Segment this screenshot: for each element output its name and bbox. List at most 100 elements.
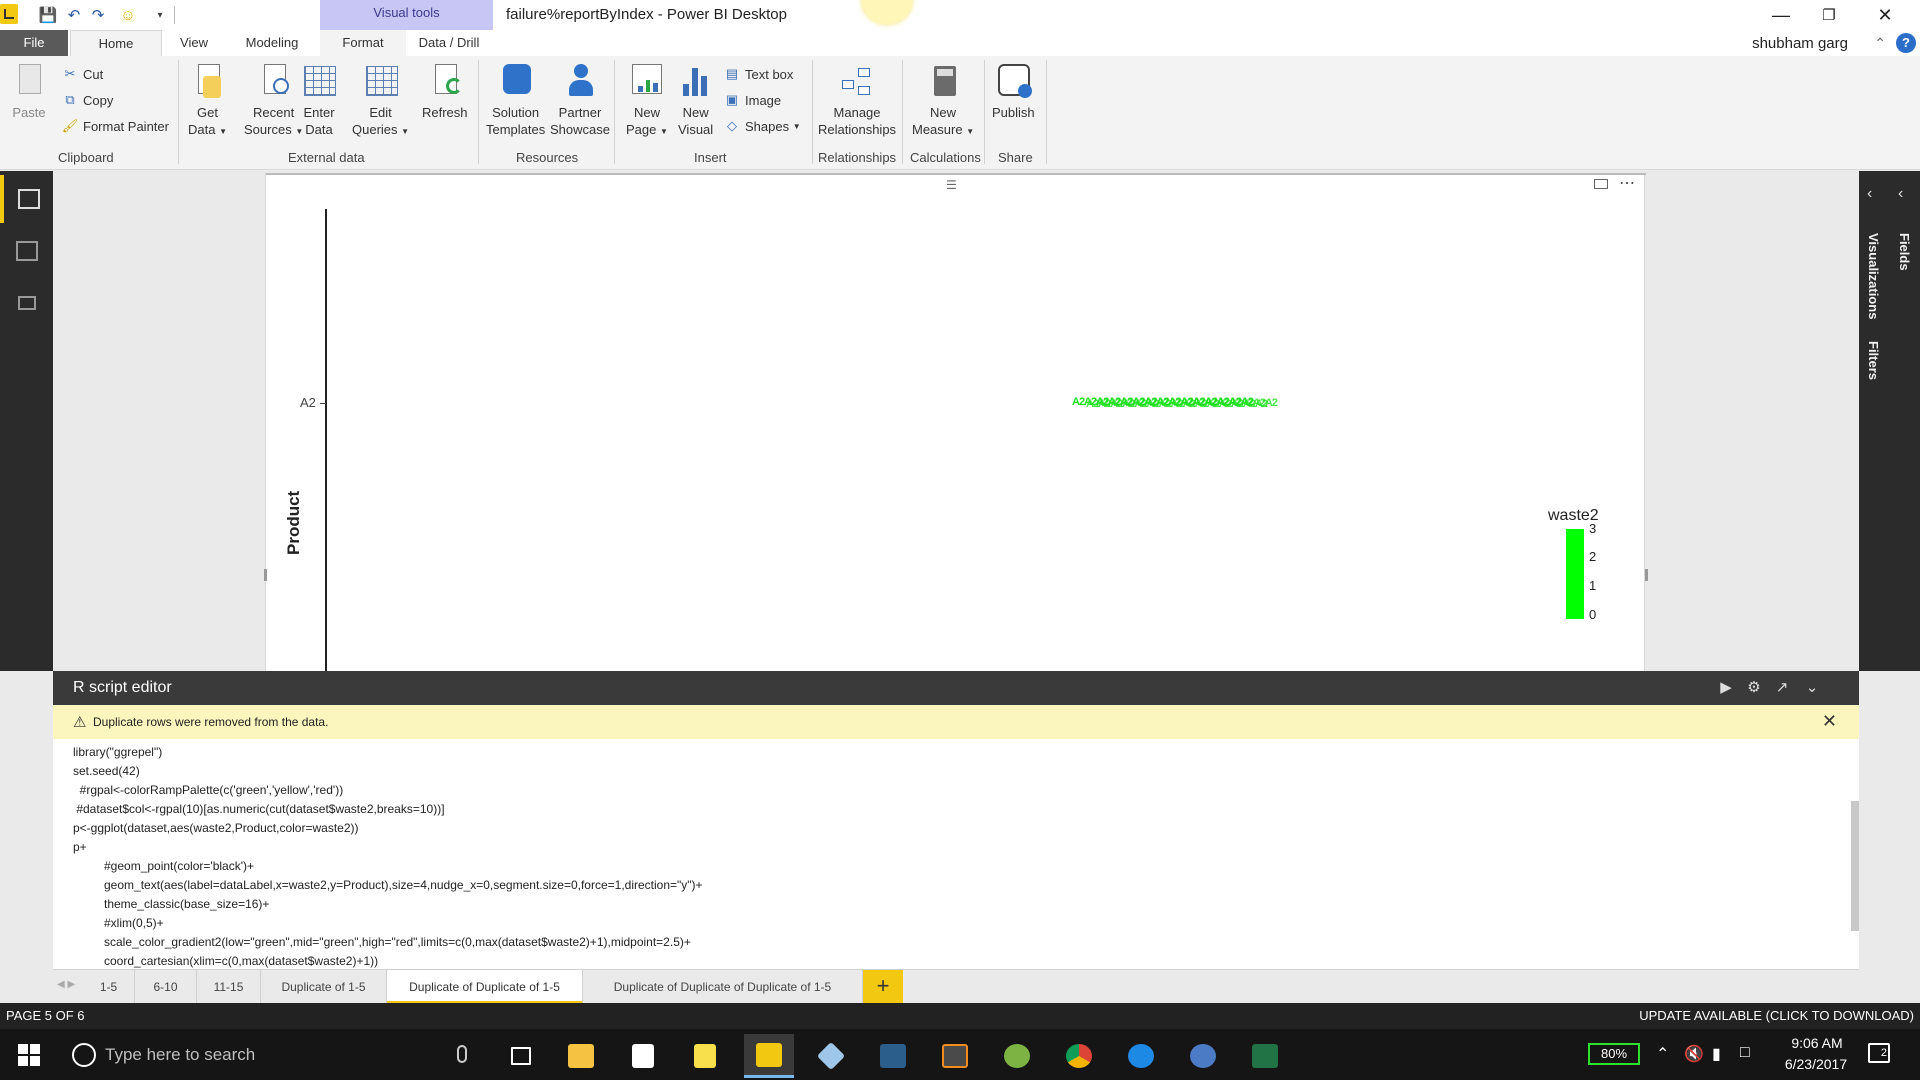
action-center-icon[interactable]: 2 bbox=[1868, 1043, 1890, 1063]
code-line[interactable]: theme_classic(base_size=16)+ bbox=[73, 895, 1833, 914]
visual-studio-icon[interactable] bbox=[868, 1034, 918, 1078]
page-tab[interactable]: Duplicate of Duplicate of Duplicate of 1… bbox=[583, 970, 863, 1004]
fields-pane-toggle[interactable]: ‹ Fields bbox=[1890, 171, 1920, 671]
code-line[interactable]: geom_text(aes(label=dataLabel,x=waste2,y… bbox=[73, 876, 1833, 895]
enter-data-button[interactable]: Enter Data bbox=[302, 62, 336, 138]
tab-format[interactable]: Format bbox=[320, 30, 406, 56]
user-name[interactable]: shubham garg bbox=[1752, 35, 1848, 52]
3d-builder-icon[interactable] bbox=[806, 1034, 856, 1078]
code-line[interactable]: set.seed(42) bbox=[73, 762, 1833, 781]
text-box-button[interactable]: ▤ Text box bbox=[724, 64, 794, 84]
r-code-textarea[interactable]: library("ggrepel") set.seed(42) #rgpal<-c… bbox=[73, 743, 1833, 971]
run-script-icon[interactable]: ▶ bbox=[1717, 679, 1735, 697]
manage-relationships-button[interactable]: Manage Relationships bbox=[818, 62, 896, 138]
customize-toolbar-icon[interactable]: ▾ bbox=[150, 5, 170, 25]
code-line[interactable]: p<-ggplot(dataset,aes(waste2,Product,col… bbox=[73, 819, 1833, 838]
android-studio-icon[interactable] bbox=[992, 1034, 1042, 1078]
report-view-button[interactable] bbox=[0, 175, 53, 223]
filters-pane-label[interactable]: Filters bbox=[1866, 341, 1881, 380]
chevron-left-icon[interactable]: ‹ bbox=[1898, 185, 1903, 203]
resize-handle-left[interactable] bbox=[264, 569, 267, 581]
battery-indicator[interactable]: 80% bbox=[1588, 1043, 1640, 1065]
recent-sources-button[interactable]: Recent Sources ▼ bbox=[244, 62, 303, 140]
code-line[interactable]: library("ggrepel") bbox=[73, 743, 1833, 762]
visualizations-pane-toggle[interactable]: ‹ Visualizations Filters bbox=[1859, 171, 1889, 671]
partner-showcase-button[interactable]: Partner Showcase bbox=[550, 62, 610, 138]
focus-mode-icon[interactable] bbox=[1594, 179, 1608, 189]
tab-modeling[interactable]: Modeling bbox=[234, 30, 310, 56]
open-external-icon[interactable]: ↗ bbox=[1773, 679, 1791, 697]
collapse-ribbon-icon[interactable]: ⌃ bbox=[1874, 35, 1886, 52]
collapse-editor-icon[interactable]: ⌄ bbox=[1803, 679, 1821, 697]
publish-button[interactable]: Publish bbox=[992, 62, 1035, 121]
store-icon[interactable] bbox=[618, 1034, 668, 1078]
close-warning-icon[interactable]: ✕ bbox=[1822, 711, 1837, 732]
settings-gear-icon[interactable]: ⚙ bbox=[1745, 679, 1763, 697]
taskbar-time[interactable]: 9:06 AM bbox=[1782, 1035, 1852, 1051]
tab-view[interactable]: View bbox=[176, 30, 212, 56]
editor-scrollbar[interactable] bbox=[1851, 801, 1859, 931]
shapes-button[interactable]: ◇ Shapes ▼ bbox=[724, 116, 801, 136]
visualizations-pane-label[interactable]: Visualizations bbox=[1866, 233, 1881, 319]
restore-button[interactable]: ❐ bbox=[1806, 2, 1852, 28]
code-line[interactable]: #rgpal<-colorRampPalette(c('green','yell… bbox=[73, 781, 1833, 800]
cortana-icon[interactable] bbox=[72, 1043, 96, 1067]
format-painter-button[interactable]: 🖌 Format Painter bbox=[62, 116, 169, 136]
more-options-icon[interactable]: ⋯ bbox=[1619, 173, 1636, 193]
redo-icon[interactable]: ↷ bbox=[88, 5, 108, 25]
microphone-icon[interactable] bbox=[457, 1045, 467, 1063]
image-button[interactable]: ▣ Image bbox=[724, 90, 781, 110]
volume-muted-icon[interactable]: 🔇 bbox=[1684, 1044, 1704, 1064]
get-data-button[interactable]: Get Data ▼ bbox=[188, 62, 227, 140]
new-measure-button[interactable]: New Measure ▼ bbox=[912, 62, 974, 140]
help-icon[interactable]: ? bbox=[1896, 33, 1916, 53]
file-explorer-icon[interactable] bbox=[556, 1034, 606, 1078]
taskbar-search-input[interactable]: Type here to search bbox=[105, 1045, 255, 1065]
taskbar-date[interactable]: 6/23/2017 bbox=[1776, 1056, 1856, 1072]
battery-tray-icon[interactable]: ▮ bbox=[1712, 1044, 1721, 1064]
cut-button[interactable]: ✂ Cut bbox=[62, 64, 104, 84]
power-bi-taskbar-icon[interactable] bbox=[744, 1034, 794, 1078]
task-view-icon[interactable] bbox=[496, 1034, 546, 1078]
code-line[interactable]: #dataset$col<-rgpal(10)[as.numeric(cut(d… bbox=[73, 800, 1833, 819]
chevron-left-icon[interactable]: ‹ bbox=[1867, 185, 1872, 203]
minimize-button[interactable]: — bbox=[1758, 2, 1804, 28]
save-icon[interactable]: 💾 bbox=[38, 5, 58, 25]
show-hidden-icons-chevron-icon[interactable]: ⌃ bbox=[1656, 1044, 1669, 1064]
new-page-button[interactable]: New Page ▼ bbox=[626, 62, 668, 140]
code-line[interactable]: #geom_point(color='black')+ bbox=[73, 857, 1833, 876]
code-line[interactable]: scale_color_gradient2(low="green",mid="g… bbox=[73, 933, 1833, 952]
chrome-icon[interactable] bbox=[1054, 1034, 1104, 1078]
edit-queries-button[interactable]: Edit Queries ▼ bbox=[352, 62, 409, 140]
sticky-notes-icon[interactable] bbox=[680, 1034, 730, 1078]
excel-icon[interactable] bbox=[1240, 1034, 1290, 1078]
page-tab[interactable]: 11-15 bbox=[197, 970, 261, 1004]
tab-file[interactable]: File bbox=[0, 30, 68, 56]
fields-pane-label[interactable]: Fields bbox=[1897, 233, 1912, 271]
page-tab[interactable]: Duplicate of 1-5 bbox=[261, 970, 387, 1004]
code-line[interactable]: p+ bbox=[73, 838, 1833, 857]
network-icon[interactable]: □ bbox=[1740, 1044, 1750, 1062]
edge-icon[interactable] bbox=[1116, 1034, 1166, 1078]
tab-home[interactable]: Home bbox=[70, 30, 162, 56]
code-line[interactable]: #xlim(0,5)+ bbox=[73, 914, 1833, 933]
r-visual[interactable]: ☰ ⋯ A2 Product A2A2A2A2A2A2A2A2A2A2A2A2A… bbox=[264, 173, 1648, 675]
drag-handle-icon[interactable]: ☰ bbox=[946, 178, 962, 192]
new-visual-button[interactable]: New Visual bbox=[678, 62, 713, 138]
page-tab-active[interactable]: Duplicate of Duplicate of 1-5 bbox=[387, 970, 583, 1004]
r-gui-icon[interactable] bbox=[1178, 1034, 1228, 1078]
page-tab-scroll-arrows-icon[interactable]: ◀ ▶ bbox=[57, 979, 75, 990]
sublime-text-icon[interactable] bbox=[930, 1034, 980, 1078]
paste-button[interactable]: Paste bbox=[12, 62, 46, 121]
close-window-button[interactable]: ✕ bbox=[1862, 2, 1908, 28]
page-tab[interactable]: 1-5 bbox=[83, 970, 135, 1004]
undo-icon[interactable]: ↶ bbox=[64, 5, 84, 25]
page-tab[interactable]: 6-10 bbox=[135, 970, 197, 1004]
relationships-view-button[interactable] bbox=[0, 279, 53, 327]
update-available-link[interactable]: UPDATE AVAILABLE (CLICK TO DOWNLOAD) bbox=[1639, 1008, 1914, 1023]
resize-handle-right[interactable] bbox=[1645, 569, 1648, 581]
copy-button[interactable]: ⧉ Copy bbox=[62, 90, 113, 110]
windows-start-icon[interactable] bbox=[18, 1044, 40, 1066]
tab-data-drill[interactable]: Data / Drill bbox=[406, 30, 492, 56]
feedback-smiley-icon[interactable]: ☺ bbox=[118, 5, 138, 25]
